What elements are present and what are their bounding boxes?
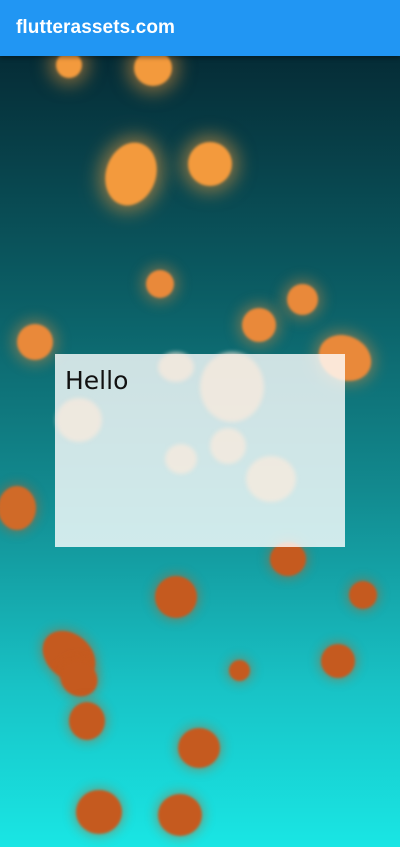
bubble	[0, 486, 36, 530]
bubble	[287, 284, 318, 315]
bubble	[146, 270, 174, 298]
app-title: flutterassets.com	[16, 17, 176, 38]
bubble	[97, 135, 165, 213]
bubble	[165, 444, 197, 474]
bubble	[158, 794, 202, 836]
bubble	[349, 581, 377, 609]
bubble	[17, 324, 53, 360]
bubble	[229, 660, 250, 681]
bubble	[134, 56, 172, 86]
app-bar: flutterassets.com	[0, 0, 400, 56]
bubble	[321, 644, 355, 678]
bubble	[155, 576, 197, 618]
bubble	[158, 352, 194, 382]
bubble	[178, 728, 220, 768]
bubble	[242, 308, 276, 342]
bubble	[56, 56, 82, 78]
bubble	[246, 456, 296, 502]
bubble	[76, 790, 122, 834]
bubble	[188, 142, 232, 186]
bubble	[270, 542, 306, 576]
bubble	[56, 398, 102, 442]
bubble	[69, 702, 105, 740]
bubble	[200, 352, 264, 422]
panel-text: Hello	[65, 366, 129, 395]
bubble	[210, 428, 246, 464]
